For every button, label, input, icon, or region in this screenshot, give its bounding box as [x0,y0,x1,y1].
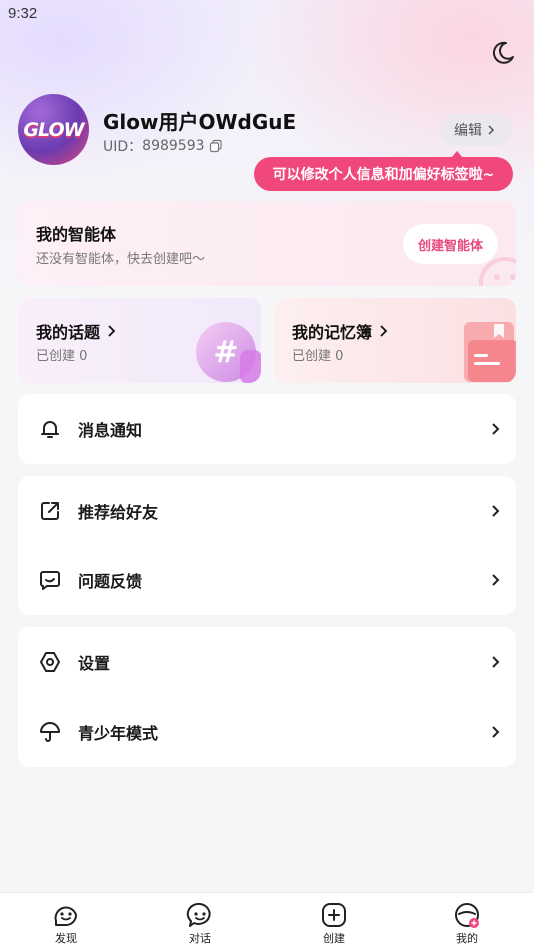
chevron-right-icon [108,325,116,337]
tab-create[interactable]: 创建 [294,893,374,949]
discover-face-icon [54,906,77,926]
profile-face-icon [455,903,479,928]
feedback-icon [40,571,60,590]
my-topics-title: 我的话题 [36,323,101,342]
menu-item-notifications[interactable]: 消息通知 [18,394,516,464]
my-memo-title: 我的记忆簿 [292,323,373,342]
tab-discover[interactable]: 发现 [26,893,106,949]
create-agent-button[interactable]: 创建智能体 [403,224,498,264]
edit-profile-button[interactable]: 编辑 [440,114,512,146]
menu-label-notifications: 消息通知 [78,421,143,440]
share-icon [41,502,59,520]
plus-square-icon [322,903,346,927]
tab-chat[interactable]: 对话 [160,893,240,949]
my-memo-title-row: 我的记忆簿 [292,319,390,343]
settings-gear-icon [40,652,60,672]
copy-icon[interactable] [209,139,223,153]
username: Glow用户OWdGuE [103,110,297,134]
chevron-right-icon [492,656,500,668]
dark-mode-moon-icon[interactable] [489,39,517,67]
tab-label-discover: 发现 [55,932,77,945]
my-agents-title: 我的智能体 [36,225,117,244]
my-agents-card[interactable]: 我的智能体 还没有智能体，快去创建吧～ 创建智能体 [18,201,516,286]
chevron-right-icon [492,726,500,738]
status-time: 9:32 [8,5,38,22]
menu-item-settings[interactable]: 设置 [18,627,516,697]
chevron-right-icon [492,423,500,435]
chevron-right-icon [492,505,500,517]
avatar-logo-text: GLOW [23,118,84,141]
uid-label: UID： [103,139,143,155]
edit-label: 编辑 [454,123,482,139]
umbrella-icon [40,722,60,742]
tab-label-chat: 对话 [189,932,211,945]
tab-label-create: 创建 [323,932,345,945]
tab-label-mine: 我的 [456,932,478,945]
menu-group-share: 推荐给好友 问题反馈 [18,476,516,615]
my-topics-title-row: 我的话题 [36,319,118,343]
menu-item-feedback[interactable]: 问题反馈 [18,545,516,615]
menu-label-settings: 设置 [78,654,111,673]
menu-label-feedback: 问题反馈 [78,572,143,591]
menu-item-youth-mode[interactable]: 青少年模式 [18,697,516,767]
menu-group-settings: 设置 青少年模式 [18,627,516,767]
svg-text:#: # [213,335,238,370]
menu-label-recommend: 推荐给好友 [78,503,159,522]
uid-row: UID： 8989593 [103,136,223,156]
chevron-right-icon [492,574,500,586]
menu-item-recommend[interactable]: 推荐给好友 [18,476,516,546]
hashtag-bubble-icon: # [196,322,261,383]
notebook-icon [464,322,516,382]
chevron-right-icon [380,325,388,337]
avatar[interactable]: GLOW [18,94,89,165]
bell-icon [41,421,59,438]
tab-mine[interactable]: 我的 [427,893,507,949]
chevron-right-icon [488,125,495,135]
my-memo-card[interactable]: 我的记忆簿 已创建 0 [274,298,516,383]
my-topics-card[interactable]: 我的话题 已创建 0 # [18,298,261,383]
my-agents-subtitle: 还没有智能体，快去创建吧～ [36,252,206,267]
my-topics-count: 已创建 0 [36,349,88,364]
bottom-tab-bar: 发现 对话 创建 我的 [0,892,534,949]
chat-bubble-icon [186,902,211,927]
edit-profile-tooltip[interactable]: 可以修改个人信息和加偏好标签啦~ [254,151,513,191]
my-memo-count: 已创建 0 [292,349,344,364]
menu-label-youth-mode: 青少年模式 [78,724,159,743]
uid-value: 8989593 [142,138,205,154]
menu-group-notifications: 消息通知 [18,394,516,464]
